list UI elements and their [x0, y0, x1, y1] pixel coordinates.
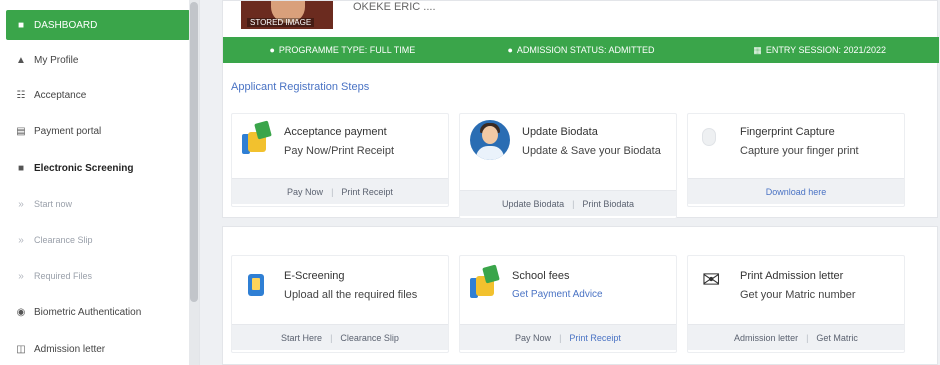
update-biodata-link[interactable]: Update Biodata	[502, 199, 564, 209]
payment-advice-link[interactable]: Get Payment Advice	[512, 288, 603, 302]
fingerprint-icon	[702, 128, 738, 164]
clearance-slip-link[interactable]: Clearance Slip	[340, 333, 399, 343]
applicant-name: OKEKE ERIC ....	[353, 1, 436, 13]
sidebar-item-label: Payment portal	[34, 125, 102, 137]
start-here-link[interactable]: Start Here	[281, 333, 322, 343]
print-biodata-link[interactable]: Print Biodata	[582, 199, 634, 209]
download-here-link[interactable]: Download here	[766, 187, 827, 197]
pay-now-link[interactable]: Pay Now	[515, 333, 551, 343]
print-receipt-link[interactable]: Print Receipt	[569, 333, 621, 343]
card-actions: Update Biodata | Print Biodata	[460, 190, 676, 216]
card-actions: Pay Now | Print Receipt	[460, 324, 676, 350]
entry-session-text: ENTRY SESSION: 2021/2022	[765, 45, 887, 55]
sidebar: ■ DASHBOARD ▲ My Profile ☷ Acceptance ▤ …	[0, 0, 200, 365]
card-desc: Get your Matric number	[740, 289, 856, 301]
sidebar-item-electronic-screening[interactable]: ■ Electronic Screening	[6, 153, 190, 183]
arrow-icon: »	[18, 234, 24, 246]
sidebar-item-label: Clearance Slip	[34, 235, 93, 245]
sidebar-item-label: Required Files	[34, 271, 93, 281]
card-title: Fingerprint Capture	[740, 126, 835, 138]
pay-now-link[interactable]: Pay Now	[287, 187, 323, 197]
scrollbar-thumb[interactable]	[190, 2, 198, 302]
sidebar-item-start-now[interactable]: » Start now	[6, 189, 190, 219]
admission-letter-card: ✉ Print Admission letter Get your Matric…	[687, 255, 905, 353]
payment-icon	[470, 264, 506, 302]
sidebar-item-admission-letter[interactable]: ◫ Admission letter	[6, 334, 190, 364]
monitor-icon: ■	[17, 162, 25, 174]
fingerprint-capture-card: Fingerprint Capture Capture your finger …	[687, 113, 905, 207]
separator: |	[806, 332, 809, 343]
sidebar-item-required-files[interactable]: » Required Files	[6, 261, 190, 291]
screening-panel: E-Screening Upload all the required file…	[222, 226, 938, 365]
card-title: Print Admission letter	[740, 270, 844, 282]
card-title: Update Biodata	[522, 126, 598, 138]
main-content: STORED IMAGE OKEKE ERIC .... ● PROGRAMME…	[210, 0, 940, 365]
separator: |	[331, 186, 334, 197]
card-actions: Download here	[688, 178, 904, 204]
status-bar: ● PROGRAMME TYPE: FULL TIME ● ADMISSION …	[223, 37, 939, 63]
programme-type: ● PROGRAMME TYPE: FULL TIME	[223, 45, 462, 55]
card-desc: Pay Now/Print Receipt	[284, 145, 395, 157]
sidebar-item-payment-portal[interactable]: ▤ Payment portal	[6, 116, 190, 146]
card-title: School fees	[512, 270, 570, 282]
user-icon: ▲	[16, 54, 26, 66]
admission-status: ● ADMISSION STATUS: ADMITTED	[462, 45, 701, 55]
sidebar-item-label: Biometric Authentication	[34, 306, 142, 318]
entry-session: ▦ ENTRY SESSION: 2021/2022	[700, 45, 939, 56]
school-fees-card: School fees Get Payment Advice Pay Now |…	[459, 255, 677, 353]
profile-photo: STORED IMAGE	[241, 1, 333, 29]
admission-letter-link[interactable]: Admission letter	[734, 333, 798, 343]
sidebar-item-label: Start now	[34, 199, 73, 209]
card-desc: Upload all the required files	[284, 289, 418, 301]
photo-label: STORED IMAGE	[247, 18, 315, 27]
avatar-icon	[470, 120, 510, 160]
update-biodata-card: Update Biodata Update & Save your Biodat…	[459, 113, 677, 219]
sidebar-item-label: DASHBOARD	[34, 19, 98, 31]
sidebar-item-label: Acceptance	[34, 89, 87, 101]
get-matric-link[interactable]: Get Matric	[816, 333, 858, 343]
admission-icon: ●	[507, 45, 513, 55]
letter-icon: ◫	[16, 343, 26, 355]
list-icon: ☷	[16, 89, 26, 101]
fingerprint-icon: ◉	[16, 306, 26, 318]
sidebar-scrollbar[interactable]	[189, 0, 199, 365]
card-actions: Pay Now | Print Receipt	[232, 178, 448, 204]
sidebar-item-acceptance[interactable]: ☷ Acceptance	[6, 80, 190, 110]
e-screening-card: E-Screening Upload all the required file…	[231, 255, 449, 353]
programme-type-text: PROGRAMME TYPE: FULL TIME	[278, 45, 416, 55]
screening-icon	[248, 274, 284, 310]
card-actions: Start Here | Clearance Slip	[232, 324, 448, 350]
card-icon: ▤	[16, 125, 26, 137]
calendar-icon: ▦	[753, 44, 762, 55]
registration-panel: STORED IMAGE OKEKE ERIC .... ● PROGRAMME…	[222, 0, 939, 219]
admission-status-text: ADMISSION STATUS: ADMITTED	[516, 45, 655, 55]
card-title: E-Screening	[284, 270, 345, 282]
acceptance-payment-card: Acceptance payment Pay Now/Print Receipt…	[231, 113, 449, 207]
envelope-icon: ✉	[702, 267, 721, 292]
arrow-icon: »	[18, 198, 24, 210]
sidebar-item-my-profile[interactable]: ▲ My Profile	[6, 45, 190, 75]
sidebar-item-label: Admission letter	[34, 343, 106, 355]
steps-title: Applicant Registration Steps	[231, 81, 370, 93]
sidebar-item-label: My Profile	[34, 54, 79, 66]
card-actions: Admission letter | Get Matric	[688, 324, 904, 350]
card-title: Acceptance payment	[284, 126, 387, 138]
sidebar-item-clearance-slip[interactable]: » Clearance Slip	[6, 225, 190, 255]
dashboard-icon: ■	[17, 19, 25, 31]
sidebar-item-dashboard[interactable]: ■ DASHBOARD	[6, 10, 190, 40]
payment-icon	[242, 120, 278, 158]
programme-icon: ●	[269, 45, 275, 55]
card-desc: Capture your finger print	[740, 145, 859, 157]
card-desc: Update & Save your Biodata	[522, 145, 661, 157]
print-receipt-link[interactable]: Print Receipt	[341, 187, 393, 197]
separator: |	[330, 332, 333, 343]
separator: |	[559, 332, 562, 343]
sidebar-item-label: Electronic Screening	[34, 162, 134, 174]
sidebar-item-biometric-authentication[interactable]: ◉ Biometric Authentication	[6, 297, 190, 327]
separator: |	[572, 198, 575, 209]
arrow-icon: »	[18, 270, 24, 282]
